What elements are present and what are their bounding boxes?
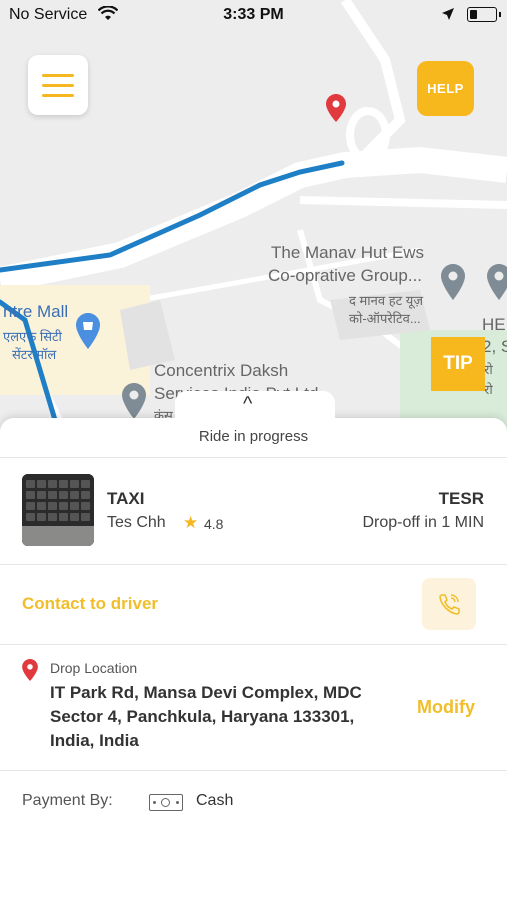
poi-pin-icon [487,264,507,305]
call-driver-button[interactable] [422,578,476,630]
map-label: रो [484,382,493,397]
vehicle-type: TAXI [107,489,145,508]
drop-address: IT Park Rd, Mansa Devi Complex, MDC Sect… [50,683,362,750]
status-bar: No Service 3:33 PM [0,0,507,30]
modify-button[interactable]: Modify [417,697,475,718]
map-label: रो [484,362,493,377]
map-label: Co-oprative Group... [268,266,423,285]
battery-icon [467,7,501,22]
vehicle-plate: TESR [438,489,484,508]
menu-button[interactable] [28,55,88,115]
map-label: सेंटर मॉल [12,347,57,362]
divider [0,564,507,565]
map-label: The Manav Hut Ews [271,243,425,262]
tip-button[interactable]: TIP [431,337,485,391]
drop-location-pin-icon [22,659,38,686]
payment-method: Cash [196,792,234,809]
help-button[interactable]: HELP [417,61,474,116]
divider [0,770,507,771]
cash-icon [149,794,183,811]
map-label: HE [482,315,506,334]
divider [0,644,507,645]
map-label: ntre Mall [3,302,69,321]
chevron-up-icon[interactable]: ^ [243,393,252,416]
vehicle-photo [22,474,94,546]
contact-driver-label[interactable]: Contact to driver [22,594,158,614]
shopping-pin-icon [75,313,101,354]
drop-location-label: Drop Location [50,660,138,676]
hamburger-icon [42,74,74,77]
dropoff-eta: Drop-off in 1 MIN [362,514,484,531]
ride-status: Ride in progress [198,428,309,445]
phone-icon [439,594,460,615]
location-arrow-icon [441,7,455,26]
poi-pin-icon [441,264,465,305]
map-label: 2, S [482,337,507,356]
destination-pin-icon [326,94,346,127]
driver-rating: 4.8 [204,516,224,532]
sheet-handle[interactable] [175,391,335,431]
map-label: Concentrix Daksh [154,361,289,380]
payment-label: Payment By: [22,792,113,809]
divider [0,457,507,458]
map-label: द मानव हट यूज़ [349,293,423,308]
map-label: को-ऑपरेटिव... [349,311,421,326]
map-label: एलएफ सिटी [3,329,62,344]
star-icon: ★ [183,513,199,532]
driver-name: Tes Chh [107,514,166,531]
clock: 3:33 PM [223,6,284,23]
